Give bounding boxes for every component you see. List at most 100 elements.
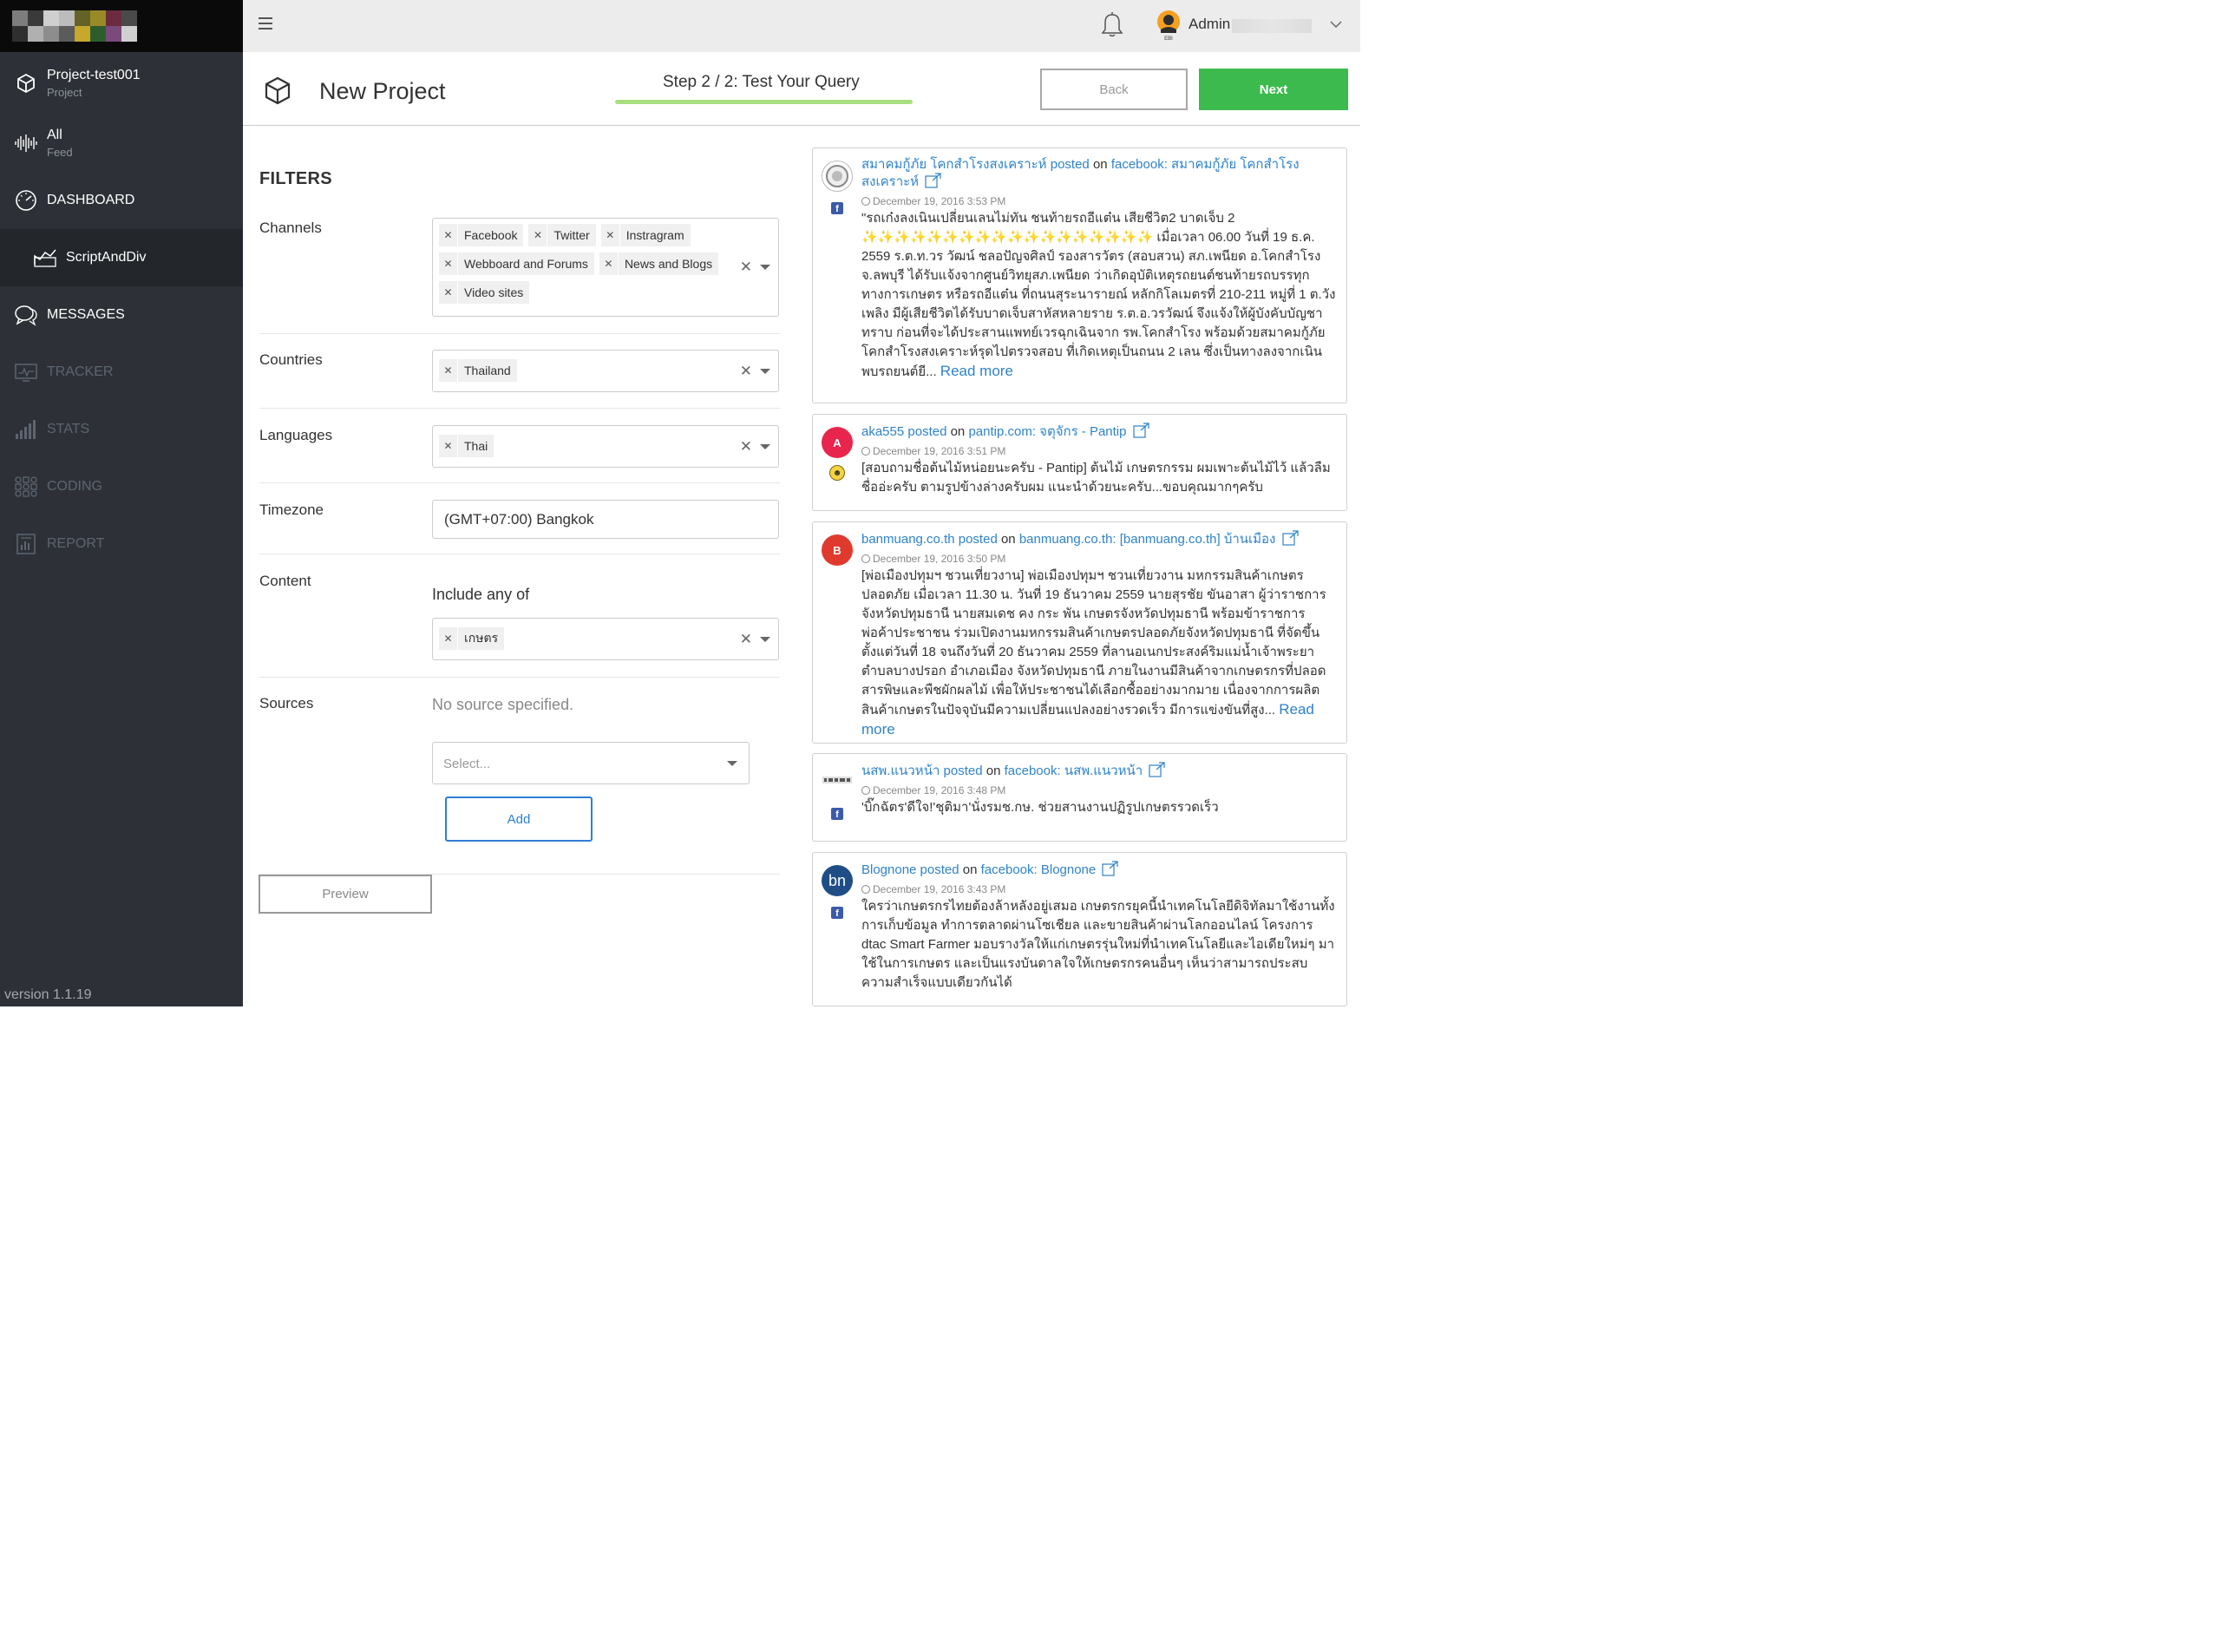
user-avatar[interactable]: EBI — [1154, 9, 1183, 42]
sidebar-item-stats[interactable]: STATS — [0, 401, 243, 458]
sidebar-item-project[interactable]: Project-test001 Project — [0, 52, 243, 115]
remove-tag-icon[interactable]: ✕ — [528, 224, 548, 246]
sidebar-item-dashboard[interactable]: DASHBOARD — [0, 172, 243, 229]
sidebar-item-label: DASHBOARD — [47, 193, 135, 207]
caret-down-icon[interactable] — [760, 265, 770, 270]
add-source-button[interactable]: Add — [445, 796, 593, 842]
sidebar-item-report[interactable]: REPORT — [0, 515, 243, 573]
feed-card: bn f Blognone posted on facebook: Blogno… — [812, 852, 1347, 1006]
remove-tag-icon[interactable]: ✕ — [439, 435, 458, 457]
post-message: 'บิ๊กฉัตร'ดีใจ!'ชุติมา'นั่งรมช.กษ. ช่วยส… — [861, 800, 1219, 815]
source-select-placeholder: Select... — [443, 757, 491, 771]
logo-mosaic — [12, 10, 137, 42]
clear-icon[interactable]: ✕ — [740, 363, 752, 380]
logo-pixel — [106, 10, 121, 26]
next-button[interactable]: Next — [1199, 69, 1348, 110]
country-tag: ✕ Thailand — [439, 359, 517, 382]
target-link[interactable]: facebook: นสพ.แนวหน้า — [1005, 764, 1143, 778]
post-message: "รถเก๋งลงเนินเปลี่ยนเลนไม่ทัน ชนท้ายรถอี… — [861, 211, 1336, 379]
cube-icon — [262, 75, 293, 111]
logo-pixel — [75, 10, 90, 26]
sidebar-item-messages[interactable]: MESSAGES — [0, 286, 243, 344]
logo-pixel — [43, 26, 59, 42]
bell-icon[interactable] — [1100, 10, 1124, 43]
external-link-icon[interactable] — [1133, 423, 1150, 438]
channel-tag: ✕ Instragram — [600, 224, 691, 246]
avatar: bn — [822, 865, 853, 896]
clear-icon[interactable]: ✕ — [740, 438, 752, 456]
remove-tag-icon[interactable]: ✕ — [439, 359, 458, 382]
post-header: aka555 posted on pantip.com: จตุจักร - P… — [861, 423, 1339, 440]
target-link[interactable]: pantip.com: จตุจักร - Pantip — [968, 424, 1126, 439]
external-link-icon[interactable] — [1149, 762, 1166, 777]
languages-label: Languages — [259, 427, 333, 443]
timezone-field[interactable]: (GMT+07:00) Bangkok — [432, 500, 779, 539]
monitor-icon — [14, 360, 38, 384]
sidebar-item-coding[interactable]: CODING — [0, 458, 243, 515]
channel-tag: ✕ News and Blogs — [599, 252, 719, 275]
version-label: version 1.1.19 — [4, 987, 92, 1002]
sidebar-item-tracker[interactable]: TRACKER — [0, 344, 243, 401]
facebook-icon: f — [831, 907, 843, 919]
step-progress-bar — [615, 100, 913, 104]
remove-tag-icon[interactable]: ✕ — [439, 627, 458, 650]
filters-heading: FILTERS — [259, 169, 332, 188]
post-message: [พ่อเมืองปทุมฯ ชวนเที่ยวงาน] พ่อเมืองปทุ… — [861, 568, 1326, 738]
post-message: [สอบถามชื่อต้นไม้หน่อยนะครับ - Pantip] ต… — [861, 461, 1331, 495]
external-link-icon[interactable] — [1281, 530, 1300, 546]
avatar — [822, 771, 853, 789]
poster-link[interactable]: banmuang.co.th posted — [861, 532, 998, 547]
back-button[interactable]: Back — [1040, 69, 1188, 110]
poster-link[interactable]: Blognone posted — [861, 862, 959, 877]
remove-tag-icon[interactable]: ✕ — [439, 224, 458, 246]
post-date: December 19, 2016 3:50 PM — [873, 553, 1006, 565]
feed-card: B banmuang.co.th posted on banmuang.co.t… — [812, 521, 1347, 744]
post-header: สมาคมกู้ภัย โคกสำโรงสงเคราะห์ posted on … — [861, 157, 1300, 189]
include-terms-select[interactable]: ✕ เกษตร ✕ — [432, 618, 779, 660]
sidebar-item-label: TRACKER — [47, 364, 114, 379]
countries-select[interactable]: ✕ Thailand ✕ — [432, 350, 779, 392]
channel-tag: ✕ Facebook — [439, 224, 524, 246]
caret-down-icon[interactable] — [760, 443, 770, 449]
external-link-icon[interactable] — [925, 173, 942, 188]
clear-icon[interactable]: ✕ — [740, 259, 752, 276]
divider — [259, 482, 780, 483]
read-more-link[interactable]: Read more — [940, 363, 1013, 379]
menu-icon[interactable] — [259, 17, 272, 30]
avatar: B — [822, 534, 853, 566]
caret-down-icon[interactable] — [760, 368, 770, 374]
channels-select[interactable]: ✕ Facebook ✕ Twitter ✕ Instragram ✕ Webboard… — [432, 218, 779, 317]
remove-tag-icon[interactable]: ✕ — [599, 252, 619, 275]
sidebar-item-label: STATS — [47, 422, 90, 436]
user-name-redacted — [1232, 19, 1312, 33]
logo-pixel — [90, 10, 106, 26]
report-icon — [14, 532, 38, 556]
sources-label: Sources — [259, 695, 314, 711]
post-date: December 19, 2016 3:53 PM — [873, 195, 1006, 207]
sidebar-item-feed[interactable]: All Feed — [0, 115, 243, 172]
remove-tag-icon[interactable]: ✕ — [439, 252, 458, 275]
feed-card: A ☻ aka555 posted on pantip.com: จตุจักร… — [812, 414, 1347, 511]
remove-tag-icon[interactable]: ✕ — [600, 224, 620, 246]
clock-icon — [861, 197, 870, 206]
caret-down-icon[interactable] — [760, 636, 770, 642]
poster-link[interactable]: สมาคมกู้ภัย โคกสำโรงสงเคราะห์ posted — [861, 157, 1090, 172]
poster-link[interactable]: aka555 posted — [861, 424, 946, 439]
clear-icon[interactable]: ✕ — [740, 631, 752, 648]
post-date: December 19, 2016 3:51 PM — [873, 445, 1006, 457]
source-select[interactable]: Select... — [432, 742, 750, 784]
target-link[interactable]: banmuang.co.th: [banmuang.co.th] บ้านเมื… — [1019, 532, 1276, 547]
emoji-icon: ☻ — [829, 465, 845, 481]
sidebar-item-scriptanddiv[interactable]: ScriptAndDiv — [0, 229, 243, 286]
target-link[interactable]: facebook: Blognone — [981, 862, 1097, 877]
user-name[interactable]: Admin — [1189, 16, 1230, 33]
languages-select[interactable]: ✕ Thai ✕ — [432, 425, 779, 468]
chevron-down-icon[interactable] — [1329, 17, 1343, 33]
preview-button[interactable]: Preview — [259, 875, 432, 914]
poster-link[interactable]: นสพ.แนวหน้า posted — [861, 764, 983, 778]
external-link-icon[interactable] — [1102, 861, 1119, 876]
remove-tag-icon[interactable]: ✕ — [439, 281, 458, 304]
logo-pixel — [59, 26, 75, 42]
logo[interactable] — [0, 0, 243, 52]
grid-icon — [14, 475, 38, 499]
